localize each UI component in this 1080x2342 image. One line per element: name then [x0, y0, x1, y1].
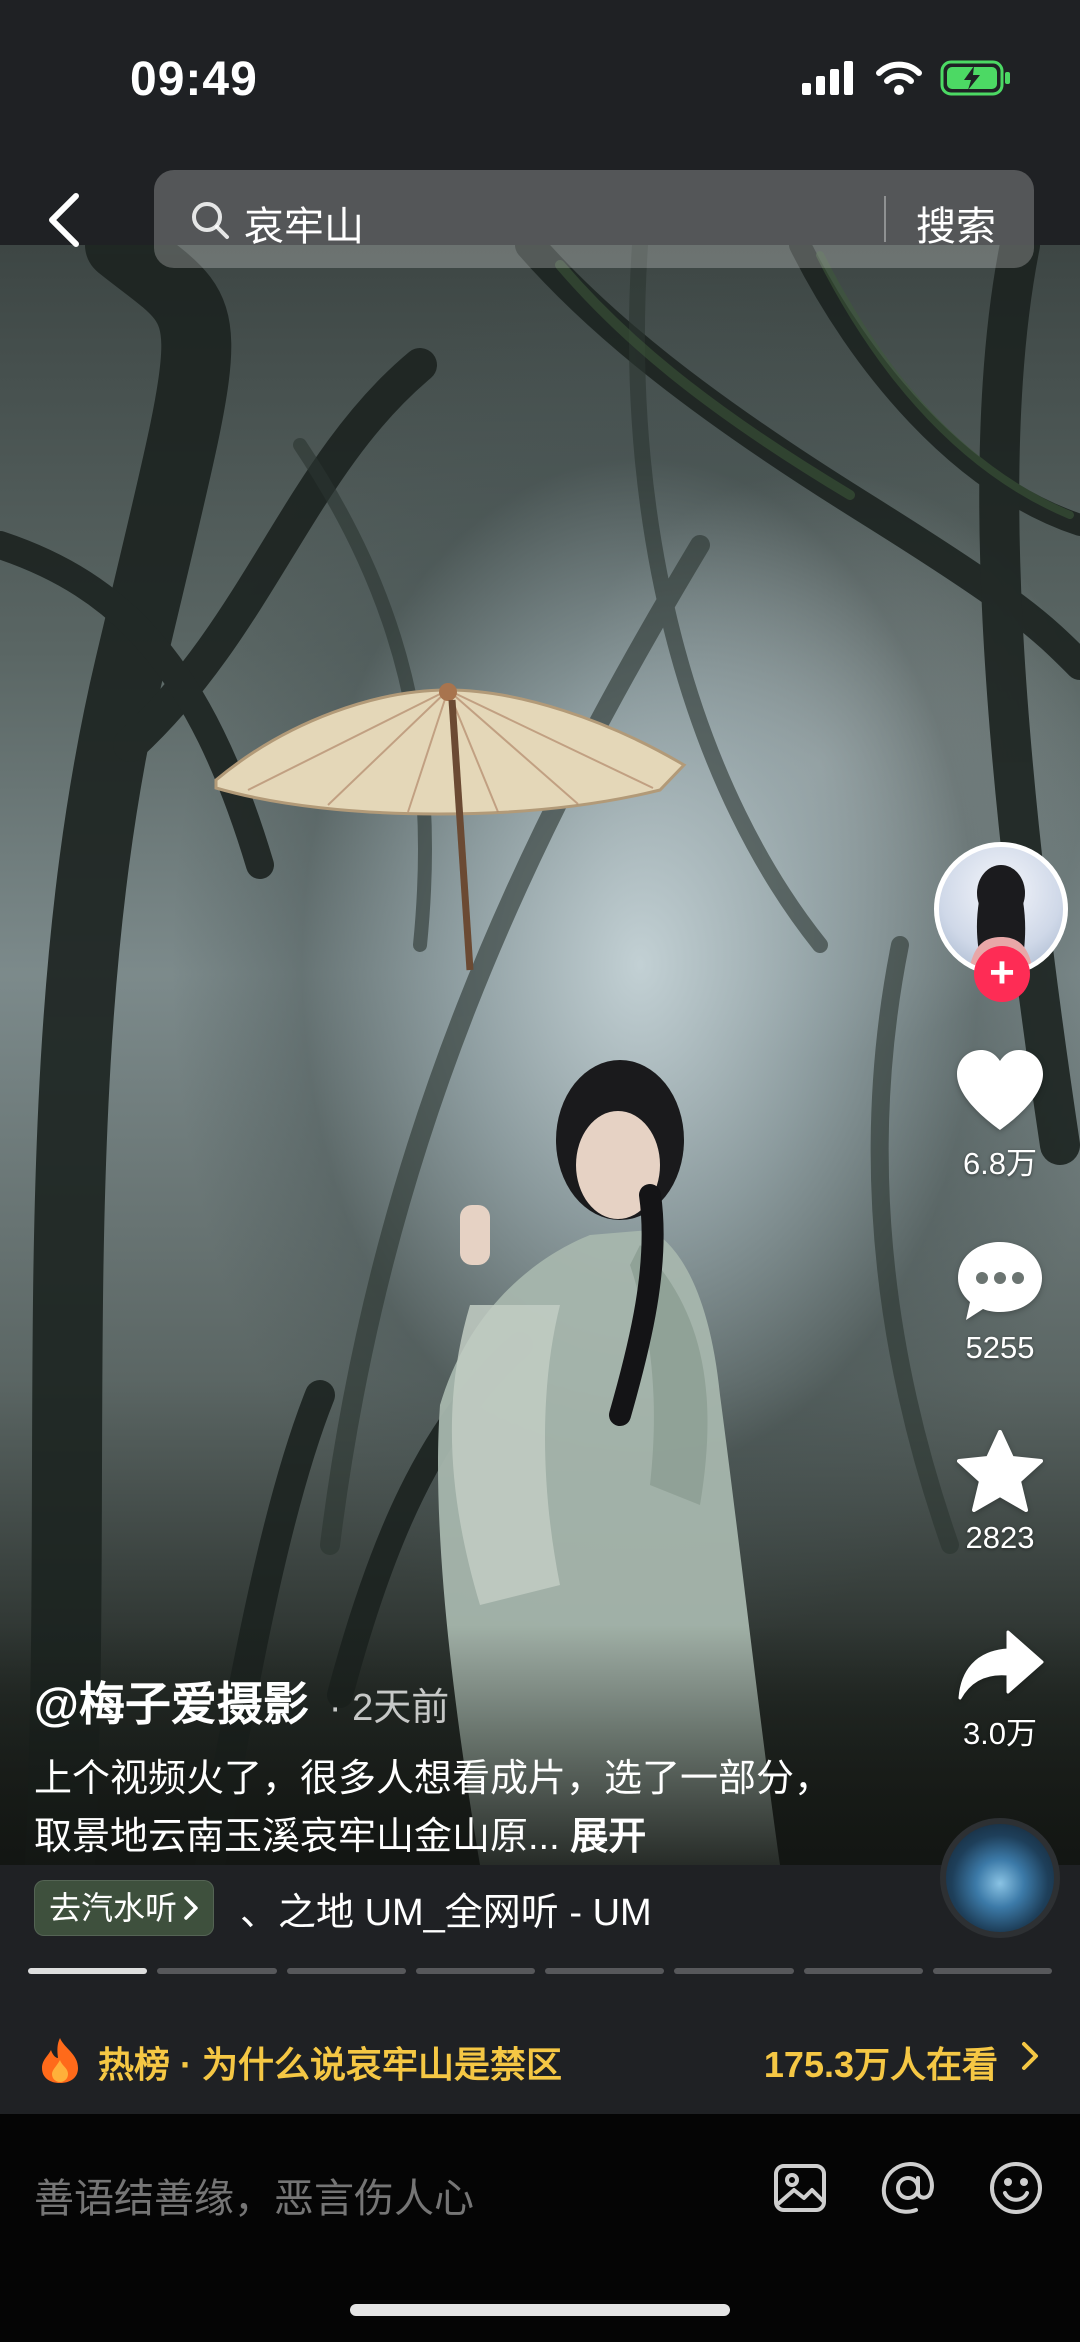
- music-title[interactable]: 、之地 UM_全网听 - UM: [240, 1881, 652, 1936]
- progress-segment: [674, 1968, 794, 1974]
- comment-icon: [958, 1242, 1042, 1320]
- status-time: 09:49: [130, 53, 258, 106]
- star-icon: [957, 1430, 1043, 1512]
- like-button[interactable]: 6.8万: [940, 1048, 1060, 1183]
- listen-chip[interactable]: 去汽水听: [34, 1880, 215, 1936]
- music-disc[interactable]: [940, 1818, 1060, 1938]
- heart-icon: [957, 1050, 1043, 1130]
- hot-viewers: 175.3万人在看: [763, 2044, 998, 2085]
- back-button[interactable]: [34, 188, 94, 252]
- comment-input[interactable]: 善语结善缘，恶言伤人心: [34, 2166, 474, 2224]
- comment-actions: [772, 2160, 1044, 2216]
- comment-count: 5255: [965, 1330, 1035, 1365]
- search-query[interactable]: 哀牢山: [244, 194, 364, 252]
- progress-segment: [28, 1968, 148, 1974]
- battery-charging-icon: [940, 60, 1010, 96]
- share-button[interactable]: 3.0万: [940, 1628, 1060, 1753]
- image-icon[interactable]: [772, 2160, 828, 2216]
- expand-button[interactable]: 展开: [570, 1816, 646, 1858]
- search-divider: [884, 196, 886, 242]
- umbrella: [214, 683, 687, 971]
- home-indicator[interactable]: [350, 2304, 730, 2316]
- progress-segment: [415, 1968, 535, 1974]
- like-count: 6.8万: [962, 1146, 1038, 1181]
- hot-topic-text: 热榜 · 为什么说哀牢山是禁区: [98, 2044, 562, 2085]
- video-caption[interactable]: 上个视频火了，很多人想看成片，选了一部分，取景地云南玉溪哀牢山金山原... 展开: [34, 1750, 854, 1866]
- music-row: 去汽水听 、之地 UM_全网听 - UM: [34, 1880, 652, 1936]
- wifi-icon: [876, 61, 922, 95]
- comment-button[interactable]: 5255: [940, 1238, 1060, 1366]
- hot-banner[interactable]: 热榜 · 为什么说哀牢山是禁区 175.3万人在看: [0, 2000, 1080, 2114]
- progress-bar: [28, 1968, 1052, 1974]
- share-arrow-icon: [958, 1630, 1044, 1700]
- search-box[interactable]: 哀牢山 搜索: [154, 170, 1034, 268]
- status-icons: [802, 60, 1012, 96]
- status-bar: 09:49: [0, 0, 1080, 160]
- favorite-button[interactable]: 2823: [940, 1428, 1060, 1556]
- mention-icon[interactable]: [880, 2160, 936, 2216]
- progress-segment: [932, 1968, 1052, 1974]
- post-time: · 2天前: [328, 1687, 450, 1729]
- progress-segment: [545, 1968, 665, 1974]
- caption-text: 上个视频火了，很多人想看成片，选了一部分，取景地云南玉溪哀牢山金山原...: [34, 1758, 833, 1858]
- emoji-icon[interactable]: [988, 2160, 1044, 2216]
- author-avatar-wrap[interactable]: +: [934, 842, 1068, 1002]
- cellular-signal-icon: [802, 61, 853, 95]
- search-icon: [192, 202, 229, 239]
- progress-segment: [157, 1968, 277, 1974]
- author-handle[interactable]: @梅子爱摄影: [34, 1668, 309, 1734]
- chevron-left-icon: [49, 193, 79, 247]
- author-row: @梅子爱摄影 · 2天前: [34, 1668, 449, 1734]
- follow-button[interactable]: +: [974, 946, 1030, 1002]
- forest-scene: [0, 245, 1080, 1865]
- fire-icon: [42, 2038, 78, 2083]
- favorite-count: 2823: [965, 1520, 1035, 1555]
- listen-chip-label: 去汽水听: [49, 1890, 178, 1926]
- chevron-right-icon: [184, 1896, 198, 1920]
- search-button[interactable]: 搜索: [916, 194, 996, 252]
- progress-segment: [803, 1968, 923, 1974]
- video-content[interactable]: [0, 245, 1080, 1865]
- progress-segment: [286, 1968, 406, 1974]
- chevron-right-icon: [1022, 2042, 1038, 2070]
- share-count: 3.0万: [962, 1716, 1038, 1751]
